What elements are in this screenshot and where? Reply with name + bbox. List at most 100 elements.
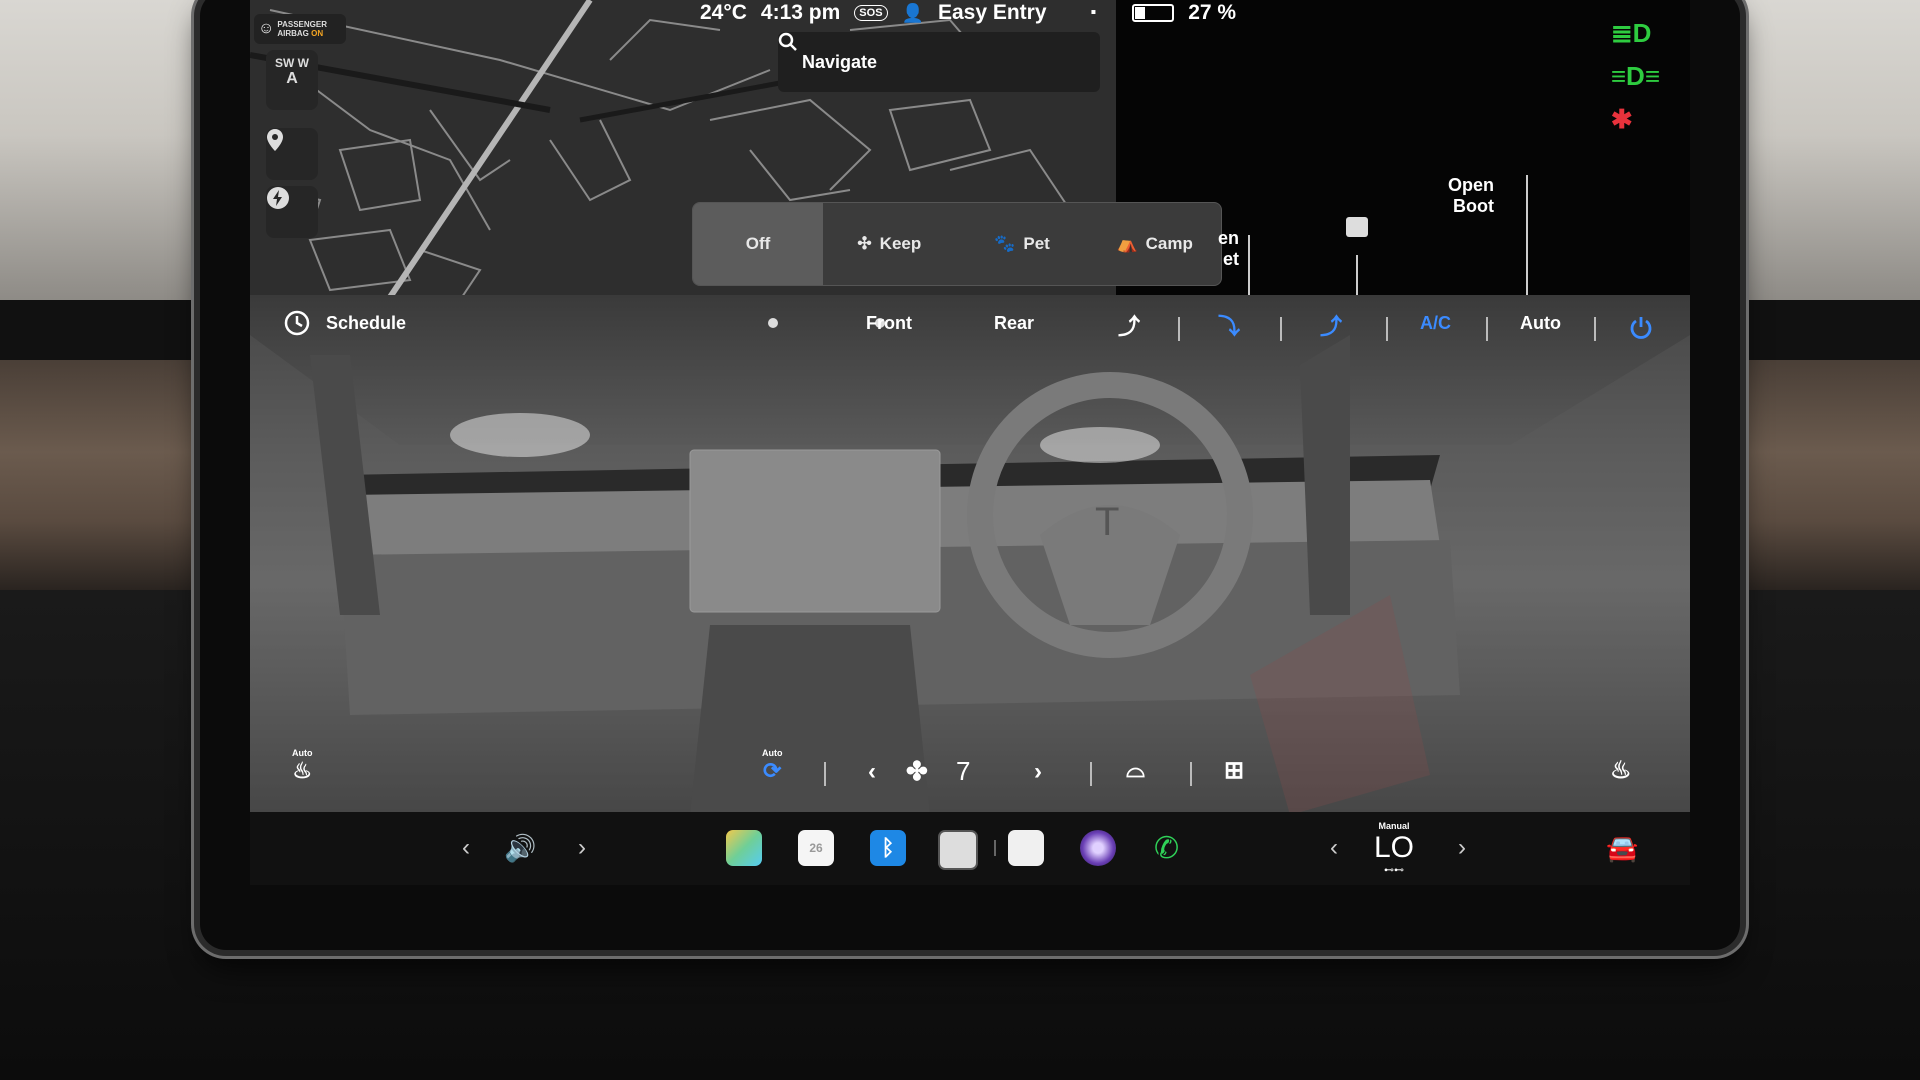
mode-off-button[interactable]: Off <box>693 203 823 285</box>
ac-button[interactable]: A/C <box>1420 313 1451 334</box>
lightning-bolt-icon <box>267 187 289 209</box>
open-frunk-button[interactable]: en et <box>1218 228 1239 270</box>
phone-app-icon[interactable]: ✆ <box>1154 830 1179 866</box>
mode-keep-label: Keep <box>879 234 922 253</box>
frunk-leader-line <box>1248 235 1250 301</box>
fan-speed-value: 7 <box>956 756 971 786</box>
battery-icon <box>1132 4 1175 22</box>
passenger-seat-heater-icon[interactable]: ♨ <box>1610 756 1632 785</box>
separator <box>994 840 996 856</box>
touchscreen: ☺ PASSENGER AIRBAG ON SW W A Navigate 24… <box>250 0 1690 885</box>
climate-bottom-bar: Auto ♨ Auto ⟳ ‹ ✤ 7 › ⌓ ⊞ ♨ <box>250 740 1690 812</box>
navigate-search-bar[interactable]: Navigate <box>778 32 1100 92</box>
telltale-indicators: ≣D ≡D≡ ✱ <box>1611 18 1660 135</box>
airflow-windshield-icon[interactable]: ⤴ <box>1320 309 1342 341</box>
paw-icon: 🐾 <box>994 234 1016 253</box>
toybox-app-icon[interactable] <box>726 830 762 866</box>
separator <box>1280 317 1282 341</box>
separator <box>824 762 826 786</box>
fan-icon: ✤ <box>906 756 928 786</box>
seat-occupancy-icon: ⊷⊷ <box>1384 864 1405 876</box>
rear-defrost-button[interactable]: Rear <box>994 313 1034 334</box>
compass-arrow-icon: A <box>286 70 298 87</box>
notes-app-icon[interactable] <box>1008 830 1044 866</box>
mode-camp-button[interactable]: ⛺ Camp <box>1088 203 1221 285</box>
charge-leader-line <box>1356 255 1358 300</box>
car-controls-icon[interactable]: 🚘 <box>1606 830 1638 866</box>
separator <box>1190 762 1192 786</box>
calendar-day: 26 <box>809 841 823 855</box>
separator <box>1486 317 1488 341</box>
driver-profile-name[interactable]: Easy Entry <box>938 1 1047 25</box>
driver-profile-icon[interactable]: 👤 <box>902 3 924 24</box>
tent-icon: ⛺ <box>1116 234 1138 253</box>
rear-defrost-icon[interactable]: ⊞ <box>1224 756 1244 785</box>
compass-button[interactable]: SW W A <box>266 50 318 110</box>
cabin-temperature-control[interactable]: Manual LO ⊷⊷ <box>1374 818 1414 878</box>
driver-seat-auto-label: Auto <box>292 748 313 758</box>
compass-heading-a: SW <box>274 56 295 70</box>
cabin-climate-view[interactable]: T <box>250 295 1690 815</box>
vehicle-door-controls: en et Open Boot <box>1218 175 1558 301</box>
fan-decrease-chevron-left-icon[interactable]: ‹ <box>868 758 876 786</box>
seatbelt-warning-icon: ✱ <box>1610 104 1633 134</box>
pin-button[interactable] <box>266 128 318 180</box>
volume-speaker-icon[interactable]: 🔊 <box>504 830 536 866</box>
separator <box>1178 317 1180 341</box>
volume-up-chevron-right-icon[interactable]: › <box>578 830 586 866</box>
airflow-face-icon[interactable]: ⤴ <box>1118 309 1140 341</box>
climate-power-icon[interactable] <box>1628 315 1654 341</box>
bluetooth-app-icon[interactable]: ᛒ <box>870 830 906 866</box>
separator <box>1594 317 1596 341</box>
parking-light-icon: ≡D≡ <box>1610 61 1660 91</box>
driver-seat-heater-button[interactable]: Auto ♨ <box>292 748 313 784</box>
open-boot-button[interactable]: Open Boot <box>1448 175 1494 217</box>
airbag-line1: PASSENGER <box>277 20 327 29</box>
separator <box>1386 317 1388 341</box>
headlight-icon: ≣D <box>1610 18 1652 48</box>
airbag-icon: ☺ <box>258 20 275 37</box>
clock-icon <box>284 310 310 336</box>
separator <box>1090 762 1092 786</box>
lock-icon[interactable]: ▪ <box>1091 4 1097 22</box>
navigate-placeholder: Navigate <box>802 51 878 72</box>
recirc-auto-label: Auto <box>762 748 783 758</box>
mode-keep-button[interactable]: ✣ Keep <box>823 203 956 285</box>
front-defrost-icon[interactable]: ⌓ <box>1126 756 1145 784</box>
app-launcher-icon[interactable] <box>938 830 978 870</box>
charge-port-unlock-icon[interactable] <box>1346 217 1368 237</box>
boot-leader-line <box>1526 175 1528 300</box>
airflow-feet-icon[interactable]: ⤵ <box>1218 309 1240 341</box>
sos-icon[interactable]: SOS <box>854 5 888 21</box>
recirculation-button[interactable]: Auto ⟳ <box>762 748 783 784</box>
climate-control-bar: Schedule Front Rear ⤴ ⤵ ⤴ A/C Auto <box>250 295 1690 355</box>
seat-heater-icon: ♨ <box>292 758 313 783</box>
temp-increase-chevron-right-icon[interactable]: › <box>1458 830 1466 866</box>
volume-down-chevron-left-icon[interactable]: ‹ <box>462 830 470 866</box>
svg-text:T: T <box>1095 500 1119 544</box>
battery-percent: 27 % <box>1188 1 1237 24</box>
charging-button[interactable] <box>266 186 318 238</box>
mode-pet-label: Pet <box>1023 234 1050 253</box>
compass-heading-b: W <box>297 56 309 70</box>
mode-pet-button[interactable]: 🐾 Pet <box>956 203 1089 285</box>
fan-keep-icon: ✣ <box>857 234 872 253</box>
front-defrost-button[interactable]: Front <box>866 313 912 334</box>
bottom-dock: ‹ 🔊 › 26 ᛒ ✆ ‹ Manual LO ⊷⊷ › 🚘 <box>250 812 1690 885</box>
mode-off-label: Off <box>745 234 771 253</box>
climate-keep-mode-bar: Off ✣ Keep 🐾 Pet ⛺ Camp <box>692 202 1222 286</box>
outside-temperature: 24°C <box>700 1 747 24</box>
recirculation-icon: ⟳ <box>763 758 782 783</box>
open-frunk-label-2: et <box>1223 249 1240 269</box>
passenger-airbag-indicator: ☺ PASSENGER AIRBAG ON <box>254 14 346 44</box>
temp-decrease-chevron-left-icon[interactable]: ‹ <box>1330 830 1338 866</box>
fan-increase-chevron-right-icon[interactable]: › <box>1034 758 1042 786</box>
calendar-app-icon[interactable]: 26 <box>798 830 834 866</box>
dashboard-illustration: T <box>250 318 1690 815</box>
camera-app-icon[interactable] <box>1080 830 1116 866</box>
open-boot-label-2: Boot <box>1453 196 1495 216</box>
temp-value: LO <box>1374 830 1415 864</box>
search-icon <box>778 32 797 51</box>
schedule-button[interactable]: Schedule <box>284 310 406 336</box>
auto-climate-button[interactable]: Auto <box>1520 313 1561 334</box>
